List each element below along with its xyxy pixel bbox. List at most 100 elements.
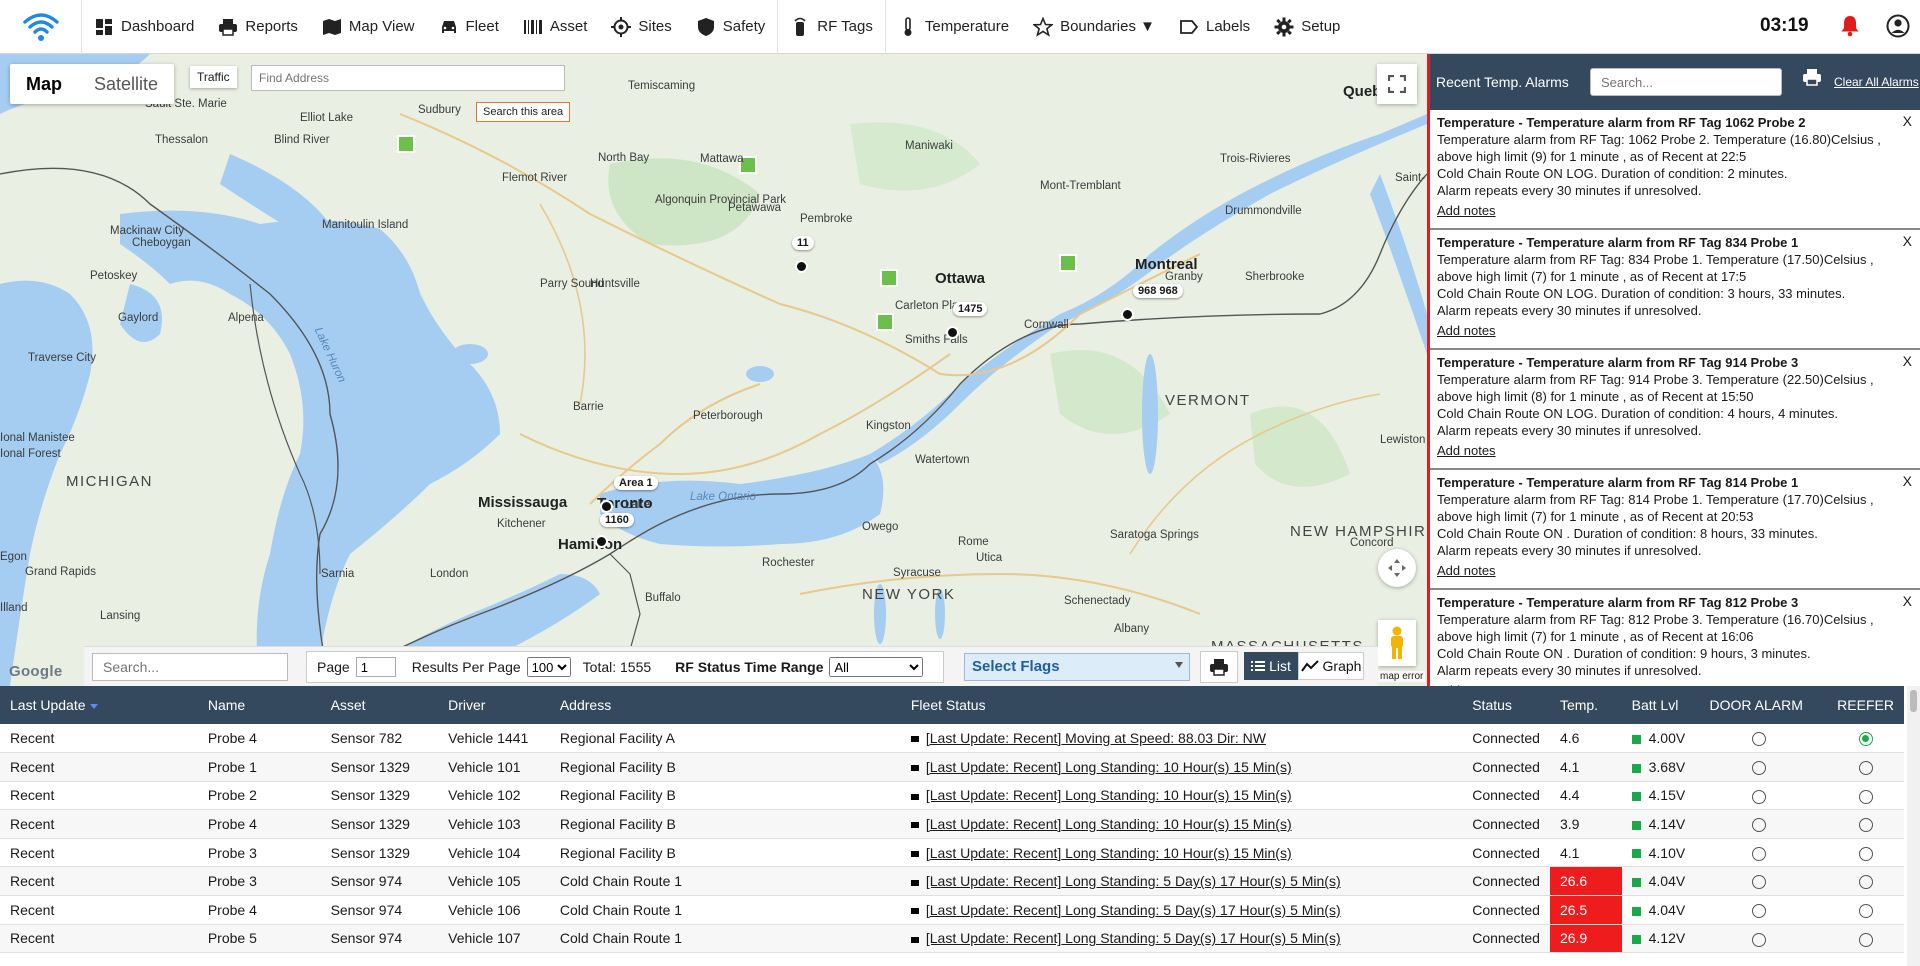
table-row[interactable]: Recent Probe 5 Sensor 974 Vehicle 107 Cold C… [0,924,1904,954]
alarms-search-input[interactable] [1590,68,1782,96]
traffic-toggle-button[interactable]: Traffic [190,66,237,88]
reefer-radio[interactable] [1859,761,1874,776]
column-header-temp[interactable]: Temp. [1549,686,1622,724]
asset-marker-dot[interactable] [595,535,608,548]
nav-dashboard[interactable]: Dashboard [82,0,206,54]
reefer-radio[interactable] [1859,875,1874,890]
column-header-address[interactable]: Address [549,686,901,724]
door-alarm-radio[interactable] [1751,789,1766,804]
map-error-link[interactable]: map error [1378,671,1426,682]
nav-rf-tags[interactable]: RF Tags [777,0,885,54]
reefer-radio[interactable] [1859,818,1874,833]
door-alarm-radio[interactable] [1751,818,1766,833]
close-icon[interactable]: X [1903,473,1912,490]
reefer-radio[interactable] [1859,732,1874,747]
door-alarm-radio[interactable] [1751,932,1766,947]
close-icon[interactable]: X [1903,233,1912,250]
reefer-radio[interactable] [1859,904,1874,918]
reefer-radio[interactable] [1859,846,1874,861]
fleet-status-link[interactable]: [Last Update: Recent] Long Standing: 5 D… [926,930,1341,946]
table-row[interactable]: Recent Probe 2 Sensor 1329 Vehicle 102 Regio… [0,781,1904,811]
fleet-status-link[interactable]: [Last Update: Recent] Long Standing: 10 … [926,759,1292,775]
column-header-reefer[interactable]: REEFER [1827,686,1904,724]
print-icon[interactable] [1200,651,1238,683]
door-alarm-radio[interactable] [1751,732,1766,747]
map-pan-control-icon[interactable] [1378,549,1416,587]
map-canvas[interactable] [0,54,1427,686]
nav-safety[interactable]: Safety [684,0,778,54]
notification-bell-icon[interactable] [1840,15,1860,40]
asset-marker-dot[interactable] [600,500,613,513]
close-icon[interactable]: X [1903,593,1912,610]
asset-marker-label[interactable]: 1160 [600,513,634,527]
map-type-map-button[interactable]: Map [10,64,78,104]
fleet-status-link[interactable]: [Last Update: Recent] Long Standing: 10 … [926,816,1292,832]
asset-marker-dot[interactable] [795,260,808,273]
add-notes-link[interactable]: Add notes [1437,562,1912,579]
map-view[interactable]: Temiscaming Sault Ste. Marie Elliot Lake Su… [0,54,1427,686]
page-number-input[interactable] [355,657,396,677]
door-alarm-radio[interactable] [1751,761,1766,776]
column-header-status[interactable]: Status [1462,686,1550,724]
fleet-status-link[interactable]: [Last Update: Recent] Long Standing: 5 D… [926,902,1341,918]
graph-view-button[interactable]: Graph [1298,652,1364,680]
reefer-radio[interactable] [1859,789,1874,804]
door-alarm-radio[interactable] [1751,875,1766,890]
fullscreen-icon[interactable] [1377,64,1417,104]
nav-sites[interactable]: Sites [599,0,683,54]
user-account-icon[interactable] [1886,14,1910,41]
column-header-fleet-status[interactable]: Fleet Status [900,686,1463,724]
table-search-input[interactable] [92,653,288,681]
nav-fleet[interactable]: Fleet [427,0,511,54]
fleet-status-link[interactable]: [Last Update: Recent] Long Standing: 10 … [926,845,1292,861]
add-notes-link[interactable]: Add notes [1437,202,1912,219]
clear-all-alarms-link[interactable]: Clear All Alarms [1834,75,1919,89]
table-row[interactable]: Recent Probe 4 Sensor 1329 Vehicle 103 Regio… [0,809,1904,839]
nav-setup[interactable]: Setup [1262,0,1352,54]
nav-labels[interactable]: Labels [1167,0,1262,54]
door-alarm-radio[interactable] [1751,846,1766,861]
alarms-print-icon[interactable] [1802,68,1822,89]
column-header-door-alarm[interactable]: DOOR ALARM [1699,686,1828,724]
map-type-satellite-button[interactable]: Satellite [78,64,174,104]
add-notes-link[interactable]: Add notes [1437,322,1912,339]
table-scrollbar[interactable] [1907,686,1920,966]
table-row[interactable]: Recent Probe 3 Sensor 974 Vehicle 105 Cold C… [0,866,1904,897]
asset-marker-dot[interactable] [1121,308,1134,321]
nav-temperature[interactable]: Temperature [884,0,1021,54]
close-icon[interactable]: X [1903,113,1912,130]
fleet-status-link[interactable]: [Last Update: Recent] Long Standing: 5 D… [926,873,1341,889]
asset-marker-dot[interactable] [946,326,959,339]
door-alarm-radio[interactable] [1751,904,1766,918]
street-view-pegman-icon[interactable] [1378,620,1416,666]
nav-reports[interactable]: Reports [206,0,310,54]
asset-marker-label[interactable]: Area 1 [614,476,658,490]
close-icon[interactable]: X [1903,353,1912,370]
add-notes-link[interactable]: Add notes [1437,442,1912,459]
column-header-last-update[interactable]: Last Update [0,686,198,724]
column-header-driver[interactable]: Driver [438,686,550,724]
rf-status-range-select[interactable]: All [829,657,924,677]
column-header-name[interactable]: Name [197,686,321,724]
fleet-status-link[interactable]: [Last Update: Recent] Long Standing: 10 … [926,787,1292,803]
nav-boundaries[interactable]: Boundaries ▼ [1021,0,1167,54]
results-per-page-select[interactable]: 100 [526,657,571,677]
list-view-button[interactable]: List [1244,652,1298,680]
asset-marker-label[interactable]: 968 968 [1133,284,1183,298]
select-flags-dropdown[interactable]: Select Flags [964,653,1190,681]
wifi-logo-icon[interactable] [0,0,82,54]
table-row[interactable]: Recent Probe 4 Sensor 782 Vehicle 1441 Regio… [0,724,1904,754]
asset-marker-label[interactable]: 11 [792,236,814,250]
table-row[interactable]: Recent Probe 4 Sensor 974 Vehicle 106 Cold C… [0,895,1904,925]
column-header-asset[interactable]: Asset [320,686,439,724]
fleet-status-link[interactable]: [Last Update: Recent] Moving at Speed: 8… [926,730,1266,746]
table-row[interactable]: Recent Probe 1 Sensor 1329 Vehicle 101 Regio… [0,752,1904,782]
table-row[interactable]: Recent Probe 3 Sensor 1329 Vehicle 104 Regio… [0,838,1904,868]
search-this-area-button[interactable]: Search this area [476,102,571,122]
reefer-radio[interactable] [1859,932,1874,947]
find-address-input[interactable] [251,65,565,91]
nav-map-view[interactable]: Map View [310,0,427,54]
column-header-batt-lvl[interactable]: Batt Lvl [1621,686,1700,724]
asset-marker-label[interactable]: 1475 [953,302,988,316]
nav-asset[interactable]: Asset [511,0,600,54]
